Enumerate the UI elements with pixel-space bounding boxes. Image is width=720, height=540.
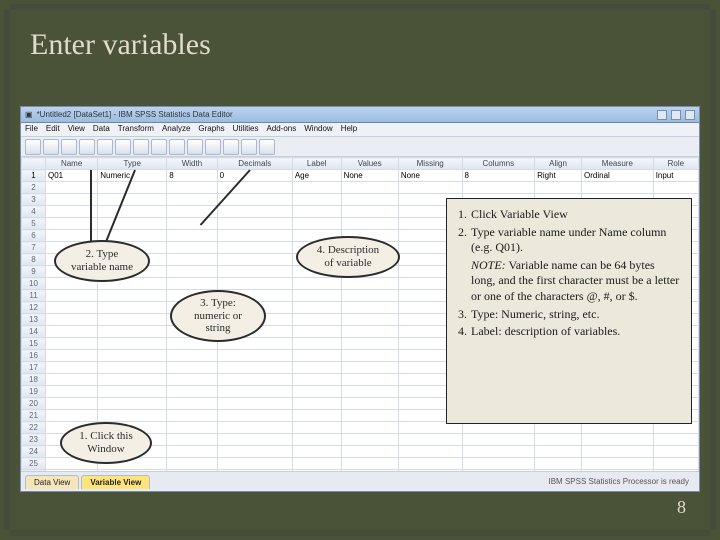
page-number: 8 (677, 497, 686, 518)
menu-window[interactable]: Window (304, 124, 332, 135)
menu-addons[interactable]: Add-ons (266, 124, 296, 135)
cell-missing[interactable]: None (398, 170, 462, 182)
toolbar-button[interactable] (61, 139, 77, 155)
cell-values[interactable]: None (341, 170, 398, 182)
menu-edit[interactable]: Edit (46, 124, 60, 135)
callout-text: variable name (71, 261, 133, 273)
status-text: IBM SPSS Statistics Processor is ready (549, 477, 696, 486)
toolbar-button[interactable] (205, 139, 221, 155)
toolbar-button[interactable] (79, 139, 95, 155)
toolbar-button[interactable] (259, 139, 275, 155)
cell-align[interactable]: Right (535, 170, 582, 182)
callout-click-window: 1. Click thisWindow (60, 422, 152, 464)
toolbar-button[interactable] (43, 139, 59, 155)
instruction-number: 1. (453, 207, 471, 223)
instruction-number: 4. (453, 324, 471, 340)
col-label[interactable]: Label (292, 158, 341, 170)
callout-text: 4. Description (317, 244, 379, 256)
corner-cell (22, 158, 46, 170)
callout-text: 1. Click this (79, 430, 132, 442)
tab-bar: Data View Variable View IBM SPSS Statist… (21, 471, 699, 491)
arrow-icon (90, 170, 92, 248)
spss-titlebar: ▣ *Untitled2 [DataSet1] - IBM SPSS Stati… (21, 107, 699, 123)
menu-analyze[interactable]: Analyze (162, 124, 190, 135)
col-align[interactable]: Align (535, 158, 582, 170)
toolbar-button[interactable] (133, 139, 149, 155)
callout-text: string (205, 322, 230, 334)
instruction-text: Type variable name under Name column (e.… (471, 225, 681, 256)
window-title: *Untitled2 [DataSet1] - IBM SPSS Statist… (37, 110, 233, 119)
callout-text: Window (87, 443, 124, 455)
cell-measure[interactable]: Ordinal (582, 170, 654, 182)
toolbar-button[interactable] (241, 139, 257, 155)
menu-graphs[interactable]: Graphs (198, 124, 224, 135)
instructions-box: 1.Click Variable View 2.Type variable na… (446, 198, 692, 424)
menu-view[interactable]: View (68, 124, 85, 135)
col-role[interactable]: Role (653, 158, 698, 170)
tab-data-view[interactable]: Data View (25, 475, 79, 489)
instruction-text: Label: description of variables. (471, 324, 620, 340)
col-width[interactable]: Width (167, 158, 217, 170)
minimize-button[interactable] (657, 110, 667, 120)
menu-file[interactable]: File (25, 124, 38, 135)
menu-help[interactable]: Help (341, 124, 357, 135)
toolbar-button[interactable] (151, 139, 167, 155)
instruction-number: 2. (453, 225, 471, 256)
callout-text: 3. Type: (200, 297, 236, 309)
cell-decimals[interactable]: 0 (217, 170, 292, 182)
cell-role[interactable]: Input (653, 170, 698, 182)
instruction-text: Type: Numeric, string, etc. (471, 307, 599, 323)
menu-utilities[interactable]: Utilities (233, 124, 259, 135)
toolbar (21, 137, 699, 157)
callout-type: 3. Type:numeric orstring (170, 290, 266, 342)
toolbar-button[interactable] (97, 139, 113, 155)
menu-transform[interactable]: Transform (118, 124, 154, 135)
row-number: 1 (22, 170, 46, 182)
toolbar-button[interactable] (223, 139, 239, 155)
close-button[interactable] (685, 110, 695, 120)
col-measure[interactable]: Measure (582, 158, 654, 170)
menu-data[interactable]: Data (93, 124, 110, 135)
cell-width[interactable]: 8 (167, 170, 217, 182)
slide-title: Enter variables (14, 14, 706, 72)
callout-text: numeric or (194, 310, 242, 322)
callout-description: 4. Descriptionof variable (296, 236, 400, 278)
cell-columns[interactable]: 8 (462, 170, 535, 182)
toolbar-button[interactable] (169, 139, 185, 155)
note-line (453, 258, 471, 305)
toolbar-button[interactable] (187, 139, 203, 155)
instruction-number: 3. (453, 307, 471, 323)
col-name[interactable]: Name (46, 158, 98, 170)
menubar: File Edit View Data Transform Analyze Gr… (21, 123, 699, 137)
maximize-button[interactable] (671, 110, 681, 120)
col-type[interactable]: Type (98, 158, 167, 170)
col-missing[interactable]: Missing (398, 158, 462, 170)
tab-variable-view[interactable]: Variable View (81, 475, 150, 489)
col-values[interactable]: Values (341, 158, 398, 170)
toolbar-button[interactable] (115, 139, 131, 155)
variable-row[interactable]: 1 Q01 Numeric 8 0 Age None None 8 Right … (22, 170, 699, 182)
header-row: Name Type Width Decimals Label Values Mi… (22, 158, 699, 170)
cell-label[interactable]: Age (292, 170, 341, 182)
col-columns[interactable]: Columns (462, 158, 535, 170)
slide: Enter variables ▣ *Untitled2 [DataSet1] … (14, 14, 706, 526)
instruction-note: NOTE: Variable name can be 64 bytes long… (471, 258, 681, 305)
col-decimals[interactable]: Decimals (217, 158, 292, 170)
toolbar-button[interactable] (25, 139, 41, 155)
callout-text: of variable (324, 257, 371, 269)
callout-text: 2. Type (86, 248, 119, 260)
app-icon: ▣ (25, 110, 33, 119)
instruction-text: Click Variable View (471, 207, 568, 223)
callout-type-name: 2. Typevariable name (54, 240, 150, 282)
